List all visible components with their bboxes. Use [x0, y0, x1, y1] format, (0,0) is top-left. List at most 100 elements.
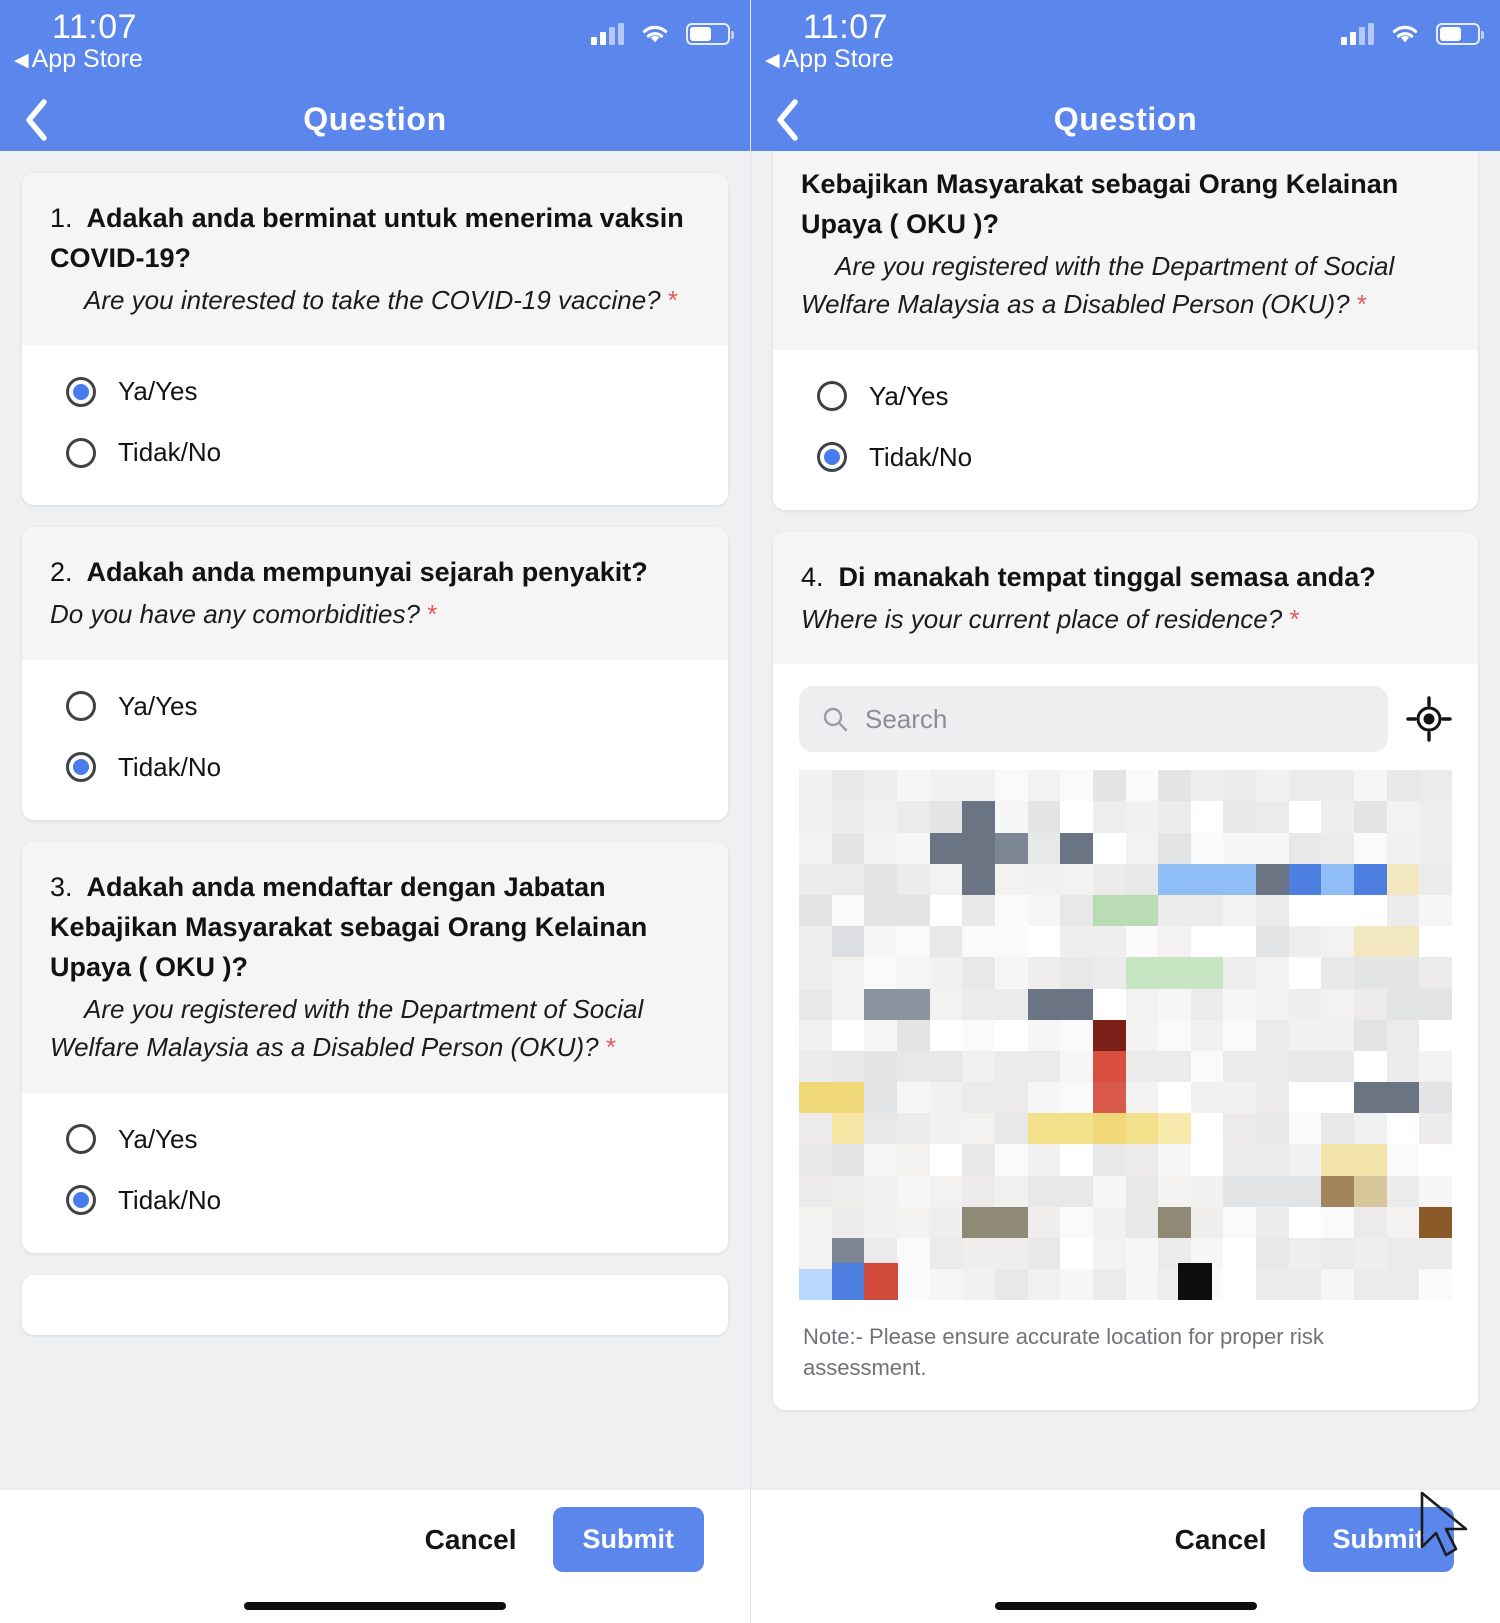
- question-3-title-my: 3. Adakah anda mendaftar dengan Jabatan …: [50, 868, 700, 988]
- cellular-bars-icon: [591, 23, 624, 45]
- submit-button[interactable]: Submit: [552, 1507, 704, 1572]
- question-card-3: 3. Adakah anda mendaftar dengan Jabatan …: [22, 841, 728, 1253]
- dual-phone-screenshot: 11:07 ◀ App Store Question 1. Adakah and…: [0, 0, 1500, 1623]
- question-3-text-en-partial: Are you registered with the Department o…: [801, 250, 1395, 320]
- page-title: Question: [303, 101, 447, 137]
- question-1-header: 1. Adakah anda berminat untuk menerima v…: [22, 173, 728, 346]
- question-card-3-continued: Kebajikan Masyarakat sebagai Orang Kelai…: [773, 151, 1478, 510]
- required-asterisk: *: [605, 1032, 616, 1063]
- option-no-q2[interactable]: Tidak/No: [22, 737, 728, 798]
- option-label: Tidak/No: [869, 441, 973, 472]
- option-label: Ya/Yes: [118, 376, 198, 407]
- option-label: Ya/Yes: [118, 1123, 198, 1154]
- phone-screen-left: 11:07 ◀ App Store Question 1. Adakah and…: [0, 0, 750, 1623]
- question-4-header: 4. Di manakah tempat tinggal semasa anda…: [773, 531, 1478, 665]
- cellular-bars-icon: [1341, 23, 1374, 45]
- radio-yes-q3[interactable]: [817, 381, 847, 412]
- question-2-title-my: 2. Adakah anda mempunyai sejarah penyaki…: [50, 553, 700, 593]
- return-to-app-store-link[interactable]: ◀ App Store: [765, 45, 894, 74]
- question-3-options: Ya/Yes Tidak/No: [22, 1092, 728, 1253]
- home-indicator: [0, 1589, 750, 1623]
- question-3-text-my-partial: Kebajikan Masyarakat sebagai Orang Kelai…: [801, 169, 1399, 239]
- required-asterisk: *: [667, 284, 678, 315]
- question-4-title-my: 4. Di manakah tempat tinggal semasa anda…: [801, 558, 1450, 598]
- question-3-options: Ya/Yes Tidak/No: [773, 349, 1478, 510]
- status-bar: 11:07 ◀ App Store: [751, 0, 1500, 88]
- back-app-label: App Store: [31, 45, 143, 73]
- option-label: Tidak/No: [118, 1184, 222, 1215]
- option-no-q1[interactable]: Tidak/No: [22, 422, 728, 483]
- radio-yes-q2[interactable]: [66, 691, 96, 722]
- questions-scroll-area[interactable]: Kebajikan Masyarakat sebagai Orang Kelai…: [751, 151, 1500, 1489]
- question-1-title-my: 1. Adakah anda berminat untuk menerima v…: [50, 199, 700, 279]
- option-no-q3[interactable]: Tidak/No: [773, 427, 1478, 488]
- radio-yes-q3[interactable]: [66, 1124, 96, 1155]
- footer-actions-left: Cancel Submit: [0, 1489, 750, 1589]
- status-bar: 11:07 ◀ App Store: [0, 0, 750, 88]
- question-1-text-my: Adakah anda berminat untuk menerima vaks…: [50, 203, 684, 273]
- question-card-1: 1. Adakah anda berminat untuk menerima v…: [22, 173, 728, 506]
- question-1-title-en: Are you interested to take the COVID-19 …: [84, 284, 678, 315]
- question-4-title-en: Where is your current place of residence…: [801, 603, 1300, 634]
- radio-no-q2[interactable]: [66, 752, 96, 783]
- question-2-header: 2. Adakah anda mempunyai sejarah penyaki…: [22, 527, 728, 660]
- question-2-title-en: Do you have any comorbidities? *: [50, 599, 438, 630]
- required-asterisk: *: [427, 599, 438, 630]
- question-1-options: Ya/Yes Tidak/No: [22, 345, 728, 506]
- search-placeholder: Search: [865, 703, 948, 734]
- phone-screen-right: 11:07 ◀ App Store Question Kebajikan Mas…: [750, 0, 1500, 1623]
- question-4-text-my: Di manakah tempat tinggal semasa anda?: [838, 561, 1376, 592]
- question-3-number: 3.: [50, 871, 73, 902]
- option-label: Tidak/No: [118, 437, 222, 468]
- option-label: Ya/Yes: [869, 380, 949, 411]
- return-to-app-store-link[interactable]: ◀ App Store: [14, 45, 143, 74]
- back-triangle-icon: ◀: [14, 50, 29, 71]
- cancel-button[interactable]: Cancel: [419, 1512, 523, 1568]
- question-2-text-my: Adakah anda mempunyai sejarah penyakit?: [86, 557, 648, 588]
- search-input[interactable]: Search: [799, 686, 1388, 753]
- search-icon: [823, 708, 848, 732]
- questions-scroll-area[interactable]: 1. Adakah anda berminat untuk menerima v…: [0, 151, 750, 1489]
- location-note: Note:- Please ensure accurate location f…: [803, 1324, 1324, 1381]
- map-search-row: Search: [799, 686, 1452, 753]
- map-preview[interactable]: [799, 770, 1452, 1301]
- question-2-options: Ya/Yes Tidak/No: [22, 659, 728, 820]
- question-card-4: 4. Di manakah tempat tinggal semasa anda…: [773, 531, 1478, 1410]
- page-title: Question: [1053, 101, 1198, 137]
- battery-icon: [1436, 23, 1484, 45]
- radio-yes-q1[interactable]: [66, 376, 96, 407]
- radio-no-q3[interactable]: [66, 1185, 96, 1216]
- radio-no-q3[interactable]: [817, 442, 847, 473]
- submit-button[interactable]: Submit: [1302, 1507, 1454, 1572]
- question-3-text-my: Adakah anda mendaftar dengan Jabatan Keb…: [50, 871, 648, 982]
- battery-icon: [686, 23, 734, 45]
- required-asterisk: *: [1289, 603, 1300, 634]
- option-yes-q3[interactable]: Ya/Yes: [773, 366, 1478, 427]
- back-triangle-icon: ◀: [765, 50, 780, 71]
- locate-me-icon[interactable]: [1406, 696, 1452, 742]
- question-2-number: 2.: [50, 557, 73, 588]
- required-asterisk: *: [1356, 289, 1367, 320]
- option-label: Ya/Yes: [118, 690, 198, 721]
- navigation-bar: Question: [751, 88, 1500, 151]
- question-card-4-peek: [22, 1274, 728, 1335]
- question-card-2: 2. Adakah anda mempunyai sejarah penyaki…: [22, 527, 728, 820]
- option-yes-q3[interactable]: Ya/Yes: [22, 1109, 728, 1170]
- option-yes-q2[interactable]: Ya/Yes: [22, 676, 728, 737]
- status-indicators: [1341, 22, 1484, 46]
- question-3-header-partial: Kebajikan Masyarakat sebagai Orang Kelai…: [773, 151, 1478, 350]
- status-time: 11:07: [52, 8, 138, 46]
- question-4-number: 4.: [801, 561, 824, 592]
- location-picker: Search Note:- Please ensure accurate loc…: [773, 664, 1478, 1410]
- option-no-q3[interactable]: Tidak/No: [22, 1170, 728, 1231]
- back-app-label: App Store: [782, 45, 894, 73]
- navigation-bar: Question: [0, 88, 750, 151]
- question-1-number: 1.: [50, 203, 73, 233]
- cancel-button[interactable]: Cancel: [1169, 1512, 1273, 1568]
- radio-no-q1[interactable]: [66, 437, 96, 468]
- wifi-icon: [1392, 25, 1418, 43]
- option-yes-q1[interactable]: Ya/Yes: [22, 361, 728, 422]
- home-indicator: [751, 1589, 1500, 1623]
- option-label: Tidak/No: [118, 751, 222, 782]
- question-3-header: 3. Adakah anda mendaftar dengan Jabatan …: [22, 841, 728, 1093]
